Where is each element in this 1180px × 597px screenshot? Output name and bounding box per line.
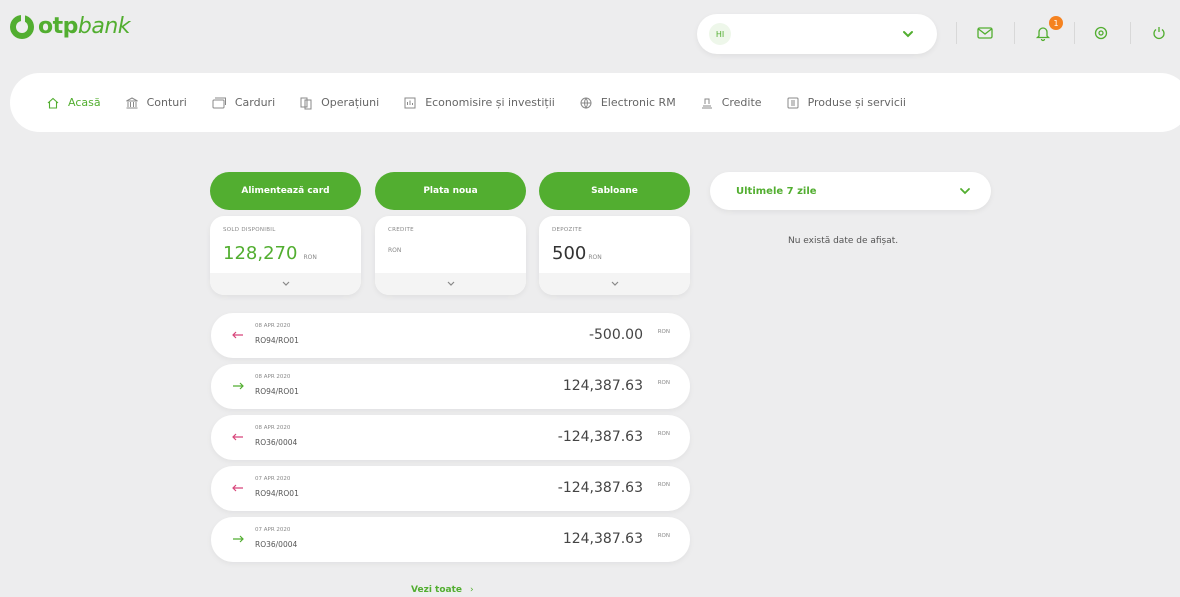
divider [1074, 22, 1075, 44]
top-up-card-button[interactable]: Alimentează card [210, 172, 361, 210]
transaction-row[interactable]: 08 APR 2020 RO36/0004 -124,387.63 RON [211, 415, 690, 460]
nav-item-label: Operațiuni [321, 96, 380, 109]
nav-item-accounts[interactable]: Conturi [125, 96, 187, 110]
main-navigation: Acasă Conturi Carduri Operațiuni Economi… [10, 73, 1180, 132]
nav-item-label: Acasă [68, 96, 101, 109]
nav-item-savings[interactable]: Economisire și investiții [403, 96, 555, 110]
transaction-account: RO94/RO01 [255, 387, 299, 396]
credits-label: CREDITE [388, 227, 414, 233]
transaction-currency: RON [657, 482, 670, 488]
transaction-row[interactable]: 07 APR 2020 RO36/0004 124,387.63 RON [211, 517, 690, 562]
incoming-arrow-icon [233, 382, 244, 390]
transaction-row[interactable]: 08 APR 2020 RO94/RO01 124,387.63 RON [211, 364, 690, 409]
chevron-right-icon: › [470, 585, 474, 595]
settings-icon[interactable] [1092, 24, 1110, 42]
home-icon [47, 97, 59, 109]
currency-label: RON [388, 247, 402, 254]
top-bar: otpbank HI 1 [0, 0, 1180, 70]
transaction-account: RO36/0004 [255, 438, 298, 447]
nav-item-label: Electronic RM [600, 96, 676, 109]
user-account-select[interactable]: HI [697, 14, 937, 54]
see-all-link[interactable]: Vezi toate › [411, 585, 474, 595]
available-balance-card[interactable]: SOLD DISPONIBIL 128,270 RON [210, 216, 361, 295]
nav-item-label: Carduri [234, 96, 276, 109]
available-balance-value: 128,270 [223, 243, 298, 264]
bank-icon [125, 96, 138, 108]
deposits-value: 500 [552, 243, 587, 264]
transaction-amount: -124,387.63 [557, 480, 643, 496]
divider [1130, 22, 1131, 44]
transaction-currency: RON [657, 533, 670, 539]
globe-icon [580, 97, 592, 109]
otp-logo-mark-icon [10, 14, 34, 39]
expand-toggle[interactable] [210, 273, 361, 295]
credits-card[interactable]: CREDITE RON [375, 216, 526, 295]
logo-text-bold: otp [38, 14, 78, 39]
outgoing-arrow-icon [232, 331, 243, 339]
user-avatar: HI [709, 23, 731, 45]
expand-toggle[interactable] [375, 273, 526, 295]
transaction-date: 07 APR 2020 [255, 476, 291, 482]
transaction-account: RO36/0004 [255, 540, 298, 549]
nav-item-electronic-rm[interactable]: Electronic RM [579, 96, 676, 110]
savings-icon [404, 97, 416, 108]
incoming-arrow-icon [233, 535, 244, 543]
transaction-row[interactable]: 08 APR 2020 RO94/RO01 -500.00 RON [211, 313, 690, 358]
notification-badge: 1 [1049, 16, 1063, 30]
nav-item-home[interactable]: Acasă [46, 96, 101, 110]
chevron-down-icon [611, 281, 618, 286]
transfer-icon [300, 97, 312, 109]
card-icon [212, 97, 226, 108]
otp-bank-logo[interactable]: otpbank [10, 14, 131, 39]
transaction-amount: 124,387.63 [562, 378, 643, 394]
nav-item-operations[interactable]: Operațiuni [299, 96, 379, 110]
transaction-date: 08 APR 2020 [255, 323, 291, 329]
currency-label: RON [588, 254, 602, 261]
divider [1014, 22, 1015, 44]
currency-label: RON [303, 254, 317, 261]
chevron-down-icon [903, 31, 913, 38]
period-select-value: Ultimele 7 zile [736, 185, 817, 197]
nav-item-label: Produse și servicii [807, 96, 906, 109]
transaction-date: 07 APR 2020 [255, 527, 291, 533]
chevron-down-icon [447, 281, 454, 286]
transaction-date: 08 APR 2020 [255, 425, 291, 431]
products-icon [787, 97, 799, 108]
period-select[interactable]: Ultimele 7 zile [710, 172, 991, 210]
power-icon[interactable] [1150, 24, 1168, 42]
transaction-account: RO94/RO01 [255, 336, 299, 345]
transaction-currency: RON [657, 431, 670, 437]
logo-text-light: bank [77, 14, 131, 39]
nav-item-products[interactable]: Produse și servicii [786, 96, 906, 110]
empty-state-message: Nu există date de afișat. [788, 236, 899, 246]
transaction-date: 08 APR 2020 [255, 374, 291, 380]
nav-item-label: Economisire și investiții [425, 96, 555, 109]
nav-item-label: Credite [721, 96, 762, 109]
transaction-currency: RON [657, 329, 670, 335]
chevron-down-icon [960, 188, 970, 195]
mail-icon[interactable] [976, 24, 994, 42]
transaction-amount: 124,387.63 [562, 531, 643, 547]
credit-icon [701, 98, 712, 108]
deposits-label: DEPOZITE [552, 227, 582, 233]
templates-button[interactable]: Sabloane [539, 172, 690, 210]
outgoing-arrow-icon [232, 433, 243, 441]
expand-toggle[interactable] [539, 273, 690, 295]
transaction-amount: -500.00 [588, 327, 643, 343]
transaction-row[interactable]: 07 APR 2020 RO94/RO01 -124,387.63 RON [211, 466, 690, 511]
deposits-card[interactable]: DEPOZITE 500 RON [539, 216, 690, 295]
nav-item-label: Conturi [146, 96, 187, 109]
transaction-amount: -124,387.63 [557, 429, 643, 445]
see-all-label: Vezi toate [411, 585, 462, 595]
transaction-account: RO94/RO01 [255, 489, 299, 498]
outgoing-arrow-icon [232, 484, 243, 492]
nav-item-cards[interactable]: Carduri [211, 96, 275, 110]
nav-item-credits[interactable]: Credite [700, 96, 762, 110]
new-payment-button[interactable]: Plata noua [375, 172, 526, 210]
available-balance-label: SOLD DISPONIBIL [223, 227, 276, 233]
divider [956, 22, 957, 44]
chevron-down-icon [282, 281, 289, 286]
transaction-currency: RON [657, 380, 670, 386]
